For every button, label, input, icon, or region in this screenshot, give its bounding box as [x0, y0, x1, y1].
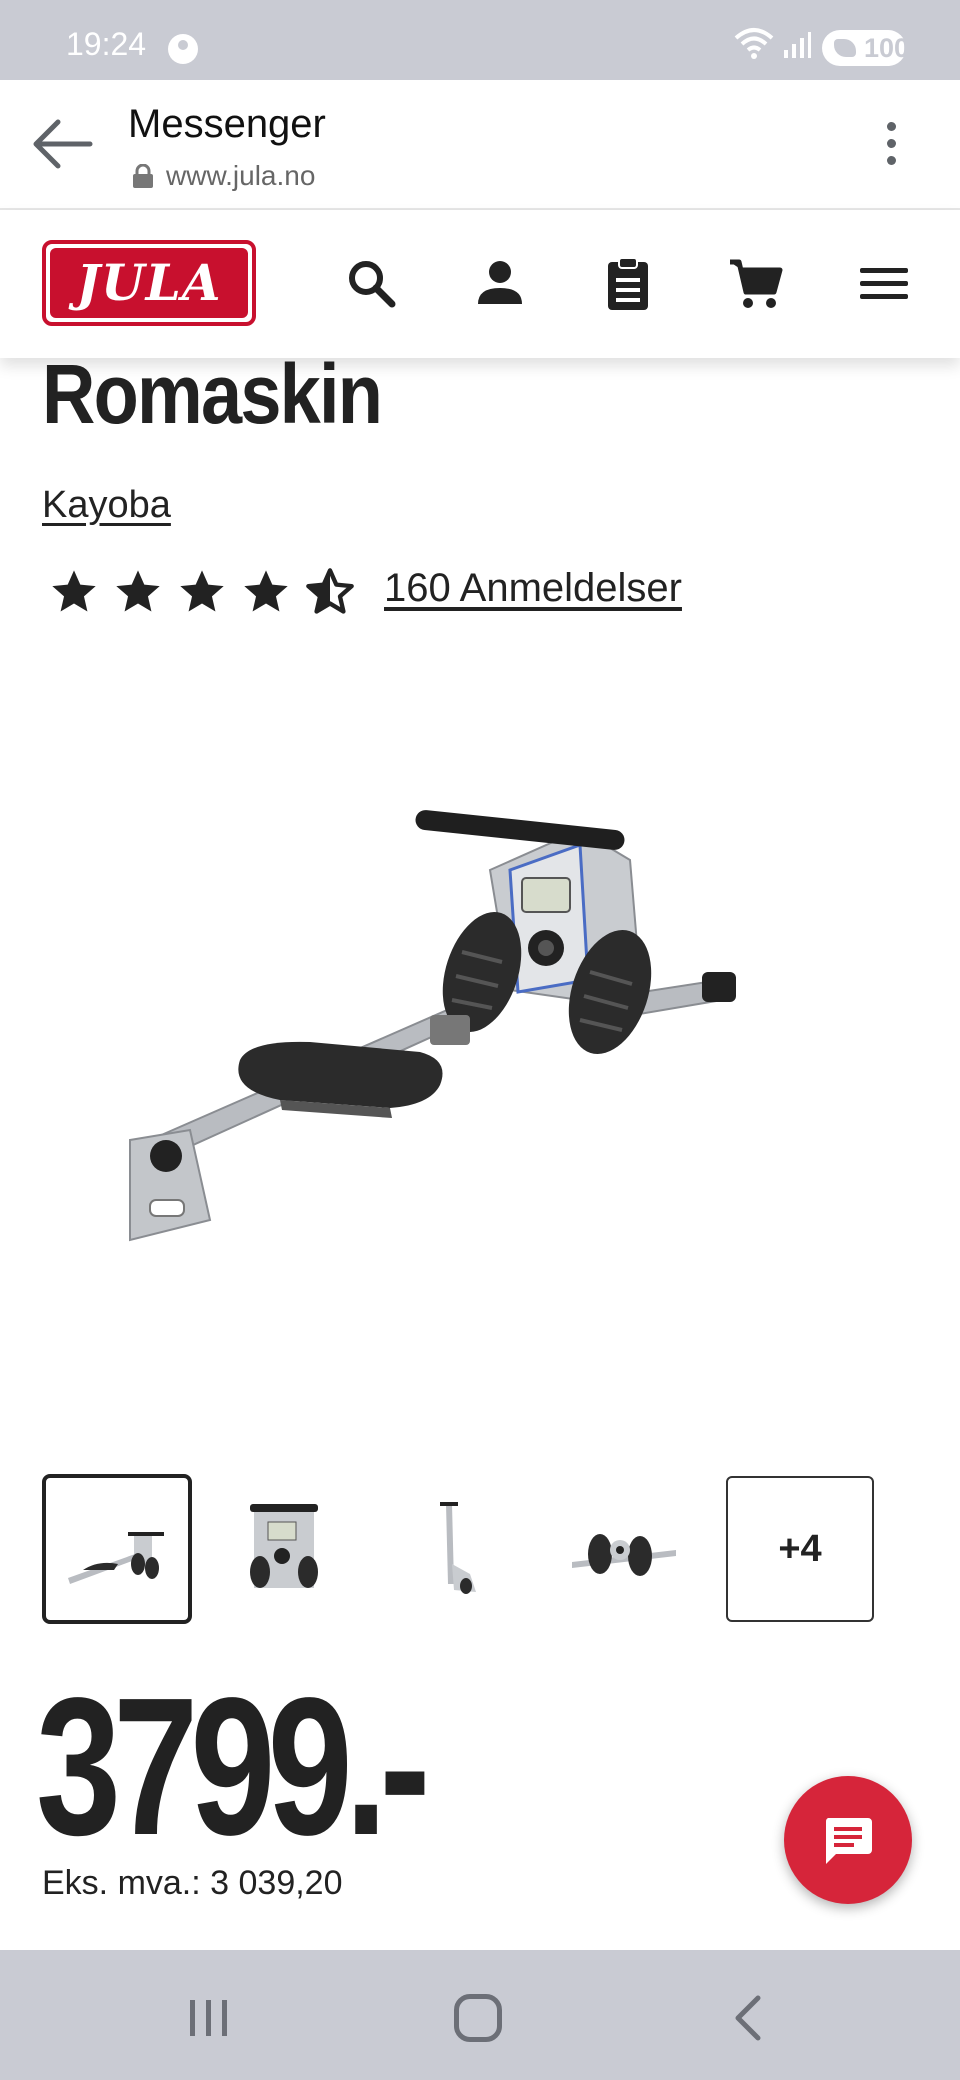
recent-apps-icon[interactable] — [188, 1998, 230, 2038]
star-full-icon — [52, 570, 96, 612]
search-icon[interactable] — [344, 256, 400, 312]
thumbnail-1[interactable] — [42, 1474, 192, 1624]
clipboard-icon[interactable] — [600, 256, 656, 312]
logo-text: JULA — [50, 248, 248, 318]
battery-indicator: 100 — [822, 30, 910, 66]
brand-link[interactable]: Kayoba — [42, 484, 171, 527]
star-full-icon — [116, 570, 160, 612]
account-status-icon — [168, 34, 198, 64]
chat-icon — [825, 1818, 872, 1864]
cart-icon[interactable] — [728, 256, 784, 312]
chat-button[interactable] — [784, 1776, 912, 1904]
star-full-icon — [180, 570, 224, 612]
home-icon[interactable] — [454, 1994, 502, 2042]
thumbnail-4[interactable] — [554, 1474, 704, 1624]
thumbnail-3[interactable] — [384, 1474, 534, 1624]
back-arrow-icon[interactable] — [30, 116, 94, 172]
account-icon[interactable] — [472, 256, 528, 312]
star-rating[interactable] — [48, 566, 356, 618]
status-bar: 19:24 100 — [0, 0, 960, 80]
browser-title: Messenger — [128, 102, 326, 146]
lock-icon — [133, 164, 153, 188]
browser-url[interactable]: www.jula.no — [166, 160, 315, 192]
system-nav-bar — [0, 1950, 960, 2080]
menu-icon[interactable] — [856, 256, 912, 312]
product-title: Romaskin — [42, 347, 383, 441]
price: 3799.- — [36, 1657, 430, 1876]
battery-saver-icon — [834, 39, 856, 57]
wifi-icon — [734, 28, 774, 59]
product-image-rowing-machine[interactable] — [110, 800, 850, 1320]
star-full-icon — [244, 570, 288, 612]
browser-bar: Messenger www.jula.no — [0, 80, 960, 210]
nav-back-icon[interactable] — [728, 1994, 768, 2042]
star-half-icon — [306, 568, 354, 614]
site-header: JULA — [0, 210, 960, 358]
jula-logo[interactable]: JULA — [42, 240, 256, 326]
signal-icon — [784, 32, 811, 58]
reviews-link[interactable]: 160 Anmeldelser — [384, 566, 682, 611]
thumbnail-2[interactable] — [212, 1474, 362, 1624]
battery-level: 100 — [864, 33, 910, 63]
more-options-icon[interactable] — [876, 116, 906, 176]
more-images-button[interactable]: +4 — [726, 1476, 874, 1622]
status-time: 19:24 — [66, 26, 147, 62]
price-ex-vat: Eks. mva.: 3 039,20 — [42, 1864, 343, 1902]
